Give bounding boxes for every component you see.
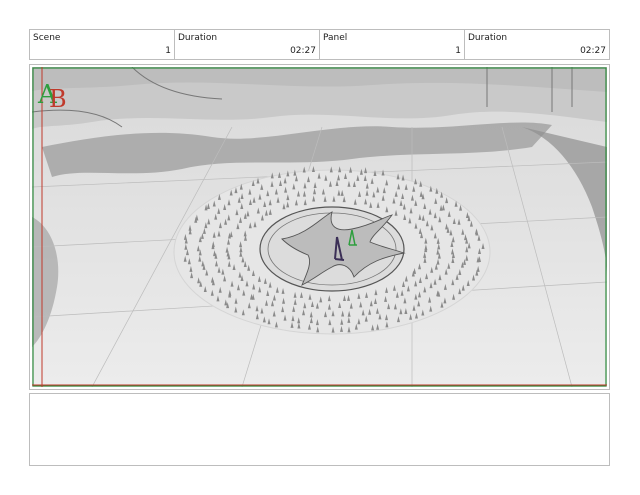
scene-value: 1 <box>165 46 171 56</box>
panel-cell: Panel 1 <box>320 30 465 59</box>
logo-letter-b: B <box>49 85 67 113</box>
panel-duration-label: Duration <box>468 33 508 43</box>
scene-cell: Scene 1 <box>30 30 175 59</box>
panel-info-header: Scene 1 Duration 02:27 Panel 1 Duration … <box>29 29 610 60</box>
panel-label: Panel <box>323 33 348 43</box>
panel-value: 1 <box>455 46 461 56</box>
scene-label: Scene <box>33 33 61 43</box>
panel-duration-value: 02:27 <box>580 46 606 56</box>
scene-duration-value: 02:27 <box>290 46 316 56</box>
storyboard-panel: A B <box>29 64 610 390</box>
notes-area[interactable] <box>29 393 610 466</box>
scene-duration-cell: Duration 02:27 <box>175 30 320 59</box>
panel-duration-cell: Duration 02:27 <box>465 30 609 59</box>
scene-duration-label: Duration <box>178 33 218 43</box>
storyboard-drawing: A B <box>32 67 607 387</box>
